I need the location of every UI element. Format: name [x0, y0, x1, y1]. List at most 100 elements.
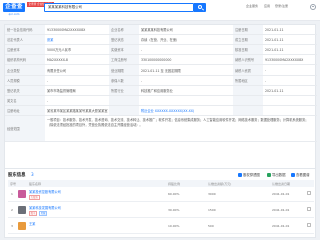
- info-label: 所属地区: [233, 76, 263, 85]
- col-index: 序号: [10, 181, 17, 186]
- info-value: 2021-01-11: [265, 88, 284, 93]
- equity-chart-button[interactable]: 股权穿透图: [238, 172, 260, 177]
- graph-icon: [291, 172, 295, 177]
- info-label: 工商注册号: [109, 55, 139, 64]
- info-label: 所属行业: [109, 86, 139, 95]
- shareholders-table-header: 序号 股东名称 持股比例 认缴出资额(万元) 认缴出资日期: [8, 180, 314, 187]
- info-label: [233, 86, 263, 95]
- share-ratio: 30.00%: [168, 208, 180, 212]
- info-label: 登记机关: [5, 86, 45, 95]
- nav-link-login[interactable]: 登录/注册: [275, 4, 288, 8]
- shareholder-tag: 股东: [29, 210, 38, 216]
- info-label: [233, 106, 263, 115]
- app-logo[interactable]: 企查查: [3, 3, 25, 12]
- detail-icon[interactable]: [307, 207, 311, 211]
- info-label: 纳税人识别号: [233, 55, 263, 64]
- search-button[interactable]: [194, 3, 206, 12]
- info-label: 纳税人资质: [233, 65, 263, 75]
- info-label: 企业名称: [109, 25, 139, 34]
- info-label: 经营范围: [5, 116, 45, 141]
- info-value: 91330000MA2XXXXX8X: [47, 27, 86, 32]
- info-value: 5000万元人民币: [47, 48, 72, 52]
- share-ratio: 60.00%: [168, 192, 180, 196]
- top-bar: 企查查 qcc.com 企查查 企业信用查询 某某某某科技有限公司 企业服务 应…: [0, 0, 320, 21]
- shareholder-tag: 关联: [39, 210, 48, 216]
- logo-subtitle: qcc.com: [8, 12, 20, 16]
- subscribed-date: 2041-01-01: [272, 192, 290, 196]
- share-ratio: 10.00%: [168, 224, 180, 228]
- info-value: 91330000MA2XXXXX8X: [265, 57, 304, 62]
- col-date: 认缴出资日期: [272, 181, 291, 186]
- info-value: 2021-01-11: [265, 37, 284, 42]
- detail-icon[interactable]: [307, 191, 311, 195]
- info-row: 注册资本 5000万元人民币 实缴资本 - 核准日期 2021-01-11: [5, 45, 317, 55]
- info-label: 登记状态: [109, 35, 139, 44]
- info-label: 企业类型: [5, 65, 45, 75]
- info-value: [263, 96, 317, 105]
- info-value: 一般项目：技术服务、技术开发、技术咨询、技术交流、技术转让、技术推广；软件开发；…: [47, 118, 309, 127]
- info-label: 注册资本: [5, 45, 45, 54]
- info-value: -: [47, 78, 49, 83]
- info-value: 存续（在营、开业、在册）: [141, 38, 180, 42]
- export-icon: [267, 172, 271, 177]
- graph-button[interactable]: 查看图谱: [291, 172, 310, 177]
- info-value: -: [47, 98, 49, 103]
- info-label: [233, 96, 263, 105]
- table-row[interactable]: 1 某某投资控股有限公司 大股东 60.00% 3000 2041-01-01: [8, 187, 314, 202]
- info-value: -: [265, 78, 267, 83]
- info-label: 注册地址: [5, 106, 45, 115]
- avatar: [18, 206, 26, 214]
- subscribed-amount: 1500: [208, 208, 216, 212]
- section-title: 股东信息: [8, 173, 26, 178]
- info-row: 注册地址 某省某市某区某某路某某号某某大厦某某室 附近企业 XXXXXX.XXXXX…: [5, 106, 317, 116]
- search-icon: [197, 5, 202, 9]
- info-label: 英文名: [5, 96, 45, 105]
- info-row: 登记机关 某市市场监督管理局 所属行业 科技推广和应用服务业 2021-01-11: [5, 86, 317, 96]
- search-input[interactable]: 某某某某科技有限公司: [44, 3, 194, 12]
- shareholder-name-link[interactable]: 某某科技发展有限公司: [29, 205, 61, 210]
- export-button[interactable]: 导出数据: [267, 172, 286, 177]
- info-label: 法定代表人: [5, 35, 45, 44]
- detail-icon[interactable]: [307, 223, 311, 227]
- info-row: 法定代表人 张某 登记状态 存续（在营、开业、在册） 成立日期 2021-01-11: [5, 35, 317, 45]
- info-value: 某某某某科技有限公司: [141, 28, 173, 32]
- subscribed-date: 2041-01-01: [272, 224, 290, 228]
- row-index: 3: [11, 224, 13, 228]
- gear-icon[interactable]: [310, 3, 316, 10]
- info-value: 2021-01-11 至 无固定期限: [141, 68, 181, 73]
- avatar: [18, 190, 26, 198]
- info-row: 组织机构代码 MA2XXXXX-8 工商注册号 330100000000000 纳税人识…: [5, 55, 317, 65]
- info-value: 2021-01-11: [265, 27, 284, 32]
- info-value: -: [265, 68, 267, 72]
- nav-link-services[interactable]: 企业服务: [246, 4, 258, 8]
- info-value: [263, 106, 317, 115]
- shareholder-name-link[interactable]: 某某投资控股有限公司: [29, 189, 61, 194]
- subscribed-amount: 3000: [208, 192, 216, 196]
- info-label: 人员规模: [5, 76, 45, 85]
- subscribed-amount: 500: [208, 224, 214, 228]
- avatar: [18, 222, 26, 230]
- info-value: 某省某市某区某某路某某号某某大厦某某室: [47, 109, 108, 113]
- row-index: 2: [11, 208, 13, 212]
- table-row[interactable]: 2 某某科技发展有限公司 股东 关联 30.00% 1500 2041-01-01: [8, 203, 314, 218]
- section-count: 3: [31, 172, 34, 178]
- table-row[interactable]: 3 王某 10.00% 500 2041-01-01: [8, 219, 314, 234]
- info-row: 经营范围 一般项目：技术服务、技术开发、技术咨询、技术交流、技术转让、技术推广；软…: [5, 116, 317, 142]
- info-row: 人员规模 - 参保人数 - 所属地区 -: [5, 76, 317, 86]
- info-link[interactable]: 张某: [45, 35, 109, 44]
- shareholders-section: 股东信息 3 股权穿透图 导出数据 查看图谱 序号 股东名称 持股比例 认缴出资…: [4, 168, 316, 238]
- info-label: [109, 106, 139, 115]
- nav-link-apps[interactable]: 应用: [264, 4, 270, 8]
- col-amount: 认缴出资额(万元): [208, 181, 232, 186]
- info-value: MA2XXXXX-8: [47, 57, 68, 62]
- info-label: 成立日期: [233, 35, 263, 44]
- info-row: 英文名 -: [5, 96, 317, 106]
- info-value: -: [141, 47, 143, 52]
- info-label: 统一社会信用代码: [5, 25, 45, 34]
- info-link[interactable]: 附近企业 XXXXXX.XXXXXX(XX.XX): [139, 106, 233, 115]
- info-value: [139, 96, 233, 105]
- info-label: 注册日期: [233, 25, 263, 34]
- shareholder-tag: 大股东: [29, 194, 40, 200]
- info-label: [109, 96, 139, 105]
- shareholder-name-link[interactable]: 王某: [29, 221, 35, 226]
